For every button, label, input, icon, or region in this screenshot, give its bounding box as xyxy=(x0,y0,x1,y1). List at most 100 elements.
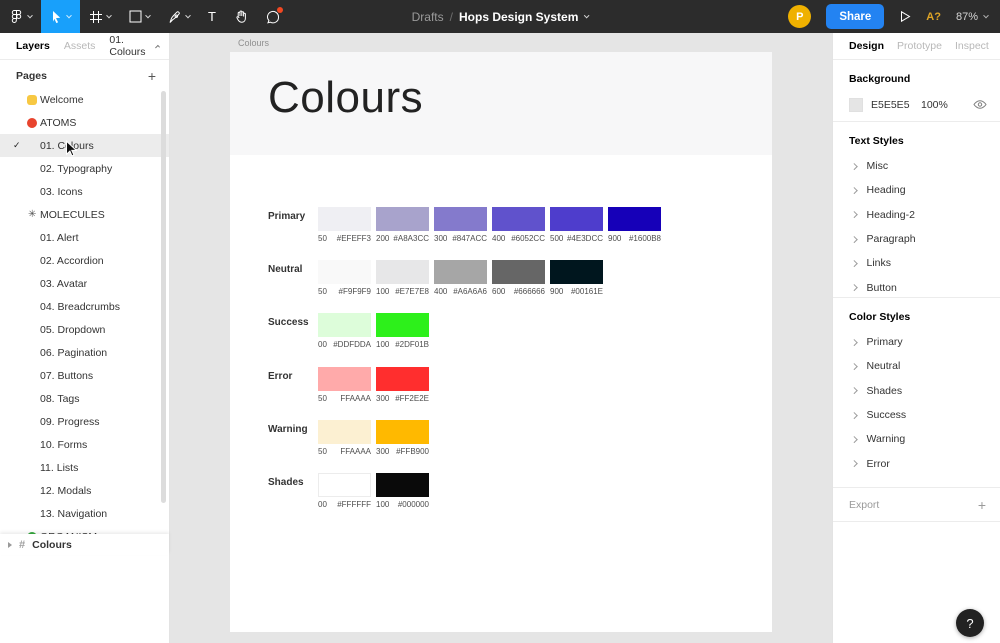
text-style-heading-2[interactable]: Heading-2 xyxy=(833,203,1000,227)
tab-prototype[interactable]: Prototype xyxy=(897,40,942,52)
color-swatch[interactable] xyxy=(376,473,429,497)
text-style-heading[interactable]: Heading xyxy=(833,178,1000,202)
page-item-organism[interactable]: ORGANISM xyxy=(0,525,169,534)
swatch-label: 100 #E7E7E8 xyxy=(376,287,429,296)
style-name: Heading xyxy=(866,184,906,197)
color-swatch[interactable] xyxy=(376,419,429,444)
color-swatch[interactable] xyxy=(434,207,487,231)
background-hex-value[interactable]: E5E5E5 xyxy=(871,99,921,111)
color-swatch[interactable] xyxy=(318,313,371,338)
tab-assets[interactable]: Assets xyxy=(64,40,96,52)
shape-tool-button[interactable] xyxy=(120,0,159,33)
background-opacity[interactable]: 100% xyxy=(921,99,948,111)
page-item-03-avatar[interactable]: 03. Avatar xyxy=(0,272,169,295)
swatch-step: 900 xyxy=(608,234,622,243)
present-button[interactable] xyxy=(899,0,911,33)
page-item-label: 03. Avatar xyxy=(40,277,88,290)
background-color-swatch[interactable] xyxy=(849,97,863,112)
tab-layers[interactable]: Layers xyxy=(16,40,50,52)
current-page-indicator[interactable]: 01. Colours xyxy=(109,34,160,58)
text-tool-button[interactable]: T xyxy=(199,0,225,33)
frame-tool-button[interactable] xyxy=(80,0,120,33)
page-item-11-lists[interactable]: 11. Lists xyxy=(0,456,169,479)
color-swatch[interactable] xyxy=(492,260,545,285)
color-style-primary[interactable]: Primary xyxy=(833,330,1000,354)
breadcrumb-project[interactable]: Drafts xyxy=(412,10,444,24)
swatch-hex: #FFB900 xyxy=(396,446,429,456)
comment-tool-button[interactable] xyxy=(257,0,289,33)
page-item-13-navigation[interactable]: 13. Navigation xyxy=(0,502,169,525)
color-swatch[interactable] xyxy=(318,260,371,285)
add-export-button[interactable]: + xyxy=(978,498,986,512)
page-item-atoms[interactable]: ATOMS xyxy=(0,111,169,134)
swatch-cell: 400 #6052CC xyxy=(492,207,545,243)
text-style-button[interactable]: Button xyxy=(833,275,1000,299)
color-style-error[interactable]: Error xyxy=(833,451,1000,475)
share-button[interactable]: Share xyxy=(826,4,885,29)
export-section[interactable]: Export + xyxy=(833,488,1000,522)
breadcrumb-file-name[interactable]: Hops Design System xyxy=(459,10,578,24)
swatch-step: 900 xyxy=(550,287,564,297)
page-item-06-pagination[interactable]: 06. Pagination xyxy=(0,341,169,364)
color-swatch[interactable] xyxy=(318,419,371,444)
colours-frame[interactable]: Colours Primary 50 #EFEFF3 200 #A8A3CC 300 #84… xyxy=(230,52,772,632)
pen-tool-button[interactable] xyxy=(159,0,199,33)
move-tool-button[interactable] xyxy=(41,0,80,33)
page-item-07-buttons[interactable]: 07. Buttons xyxy=(0,364,169,387)
figma-app: T Drafts / Hops Design System P Share A?… xyxy=(0,0,1000,643)
page-item-12-modals[interactable]: 12. Modals xyxy=(0,479,169,502)
color-swatch[interactable] xyxy=(550,207,603,231)
page-item-08-tags[interactable]: 08. Tags xyxy=(0,387,169,410)
color-swatch[interactable] xyxy=(376,366,429,391)
page-item-01-alert[interactable]: 01. Alert xyxy=(0,226,169,249)
color-swatch[interactable] xyxy=(318,366,371,391)
main-menu-button[interactable] xyxy=(0,0,41,33)
color-swatch[interactable] xyxy=(376,260,429,285)
page-item-welcome[interactable]: Welcome xyxy=(0,88,169,111)
color-swatch[interactable] xyxy=(550,260,603,285)
pages-scrollbar[interactable] xyxy=(161,91,166,503)
swatch-label: 50 #EFEFF3 xyxy=(318,234,371,243)
help-button[interactable]: ? xyxy=(956,609,984,637)
color-style-neutral[interactable]: Neutral xyxy=(833,354,1000,378)
color-style-warning[interactable]: Warning xyxy=(833,427,1000,451)
add-page-button[interactable]: + xyxy=(148,69,156,83)
background-color-row[interactable]: E5E5E5 100% xyxy=(849,97,987,112)
canvas[interactable]: Colours Colours Primary 50 #EFEFF3 200 #A8A3… xyxy=(170,33,832,643)
color-swatch[interactable] xyxy=(434,260,487,285)
pages-header: Pages + xyxy=(16,69,156,83)
page-item-04-breadcrumbs[interactable]: 04. Breadcrumbs xyxy=(0,295,169,318)
text-style-links[interactable]: Links xyxy=(833,251,1000,275)
color-swatch[interactable] xyxy=(376,313,429,338)
page-item-01-colours[interactable]: ✓ 01. Colours xyxy=(0,134,169,157)
visibility-toggle[interactable] xyxy=(973,99,987,110)
page-item-02-typography[interactable]: 02. Typography xyxy=(0,157,169,180)
page-item-molecules[interactable]: ✳ MOLECULES xyxy=(0,203,169,226)
text-style-paragraph[interactable]: Paragraph xyxy=(833,227,1000,251)
page-item-02-accordion[interactable]: 02. Accordion xyxy=(0,249,169,272)
color-swatch[interactable] xyxy=(318,473,371,497)
page-item-10-forms[interactable]: 10. Forms xyxy=(0,433,169,456)
hand-tool-button[interactable] xyxy=(225,0,257,33)
layer-row-colours[interactable]: # Colours xyxy=(0,534,169,555)
disclosure-triangle-icon[interactable] xyxy=(8,541,12,548)
page-item-03-icons[interactable]: 03. Icons xyxy=(0,180,169,203)
zoom-control[interactable]: 87% xyxy=(956,11,989,23)
color-swatch[interactable] xyxy=(608,207,661,231)
frame-name-label[interactable]: Colours xyxy=(238,38,269,48)
color-swatch[interactable] xyxy=(318,207,371,231)
chevron-down-icon[interactable] xyxy=(583,12,590,18)
color-style-success[interactable]: Success xyxy=(833,403,1000,427)
avatar[interactable]: P xyxy=(788,5,812,28)
color-swatch[interactable] xyxy=(376,207,429,231)
swatch-label: 600 #666666 xyxy=(492,287,545,296)
tab-design[interactable]: Design xyxy=(849,40,884,52)
page-item-05-dropdown[interactable]: 05. Dropdown xyxy=(0,318,169,341)
page-item-09-progress[interactable]: 09. Progress xyxy=(0,410,169,433)
color-swatch[interactable] xyxy=(492,207,545,231)
chevron-up-icon xyxy=(154,44,160,50)
tab-inspect[interactable]: Inspect xyxy=(955,40,989,52)
text-style-misc[interactable]: Misc xyxy=(833,154,1000,178)
beta-flag-label[interactable]: A? xyxy=(926,11,941,23)
color-style-shades[interactable]: Shades xyxy=(833,379,1000,403)
